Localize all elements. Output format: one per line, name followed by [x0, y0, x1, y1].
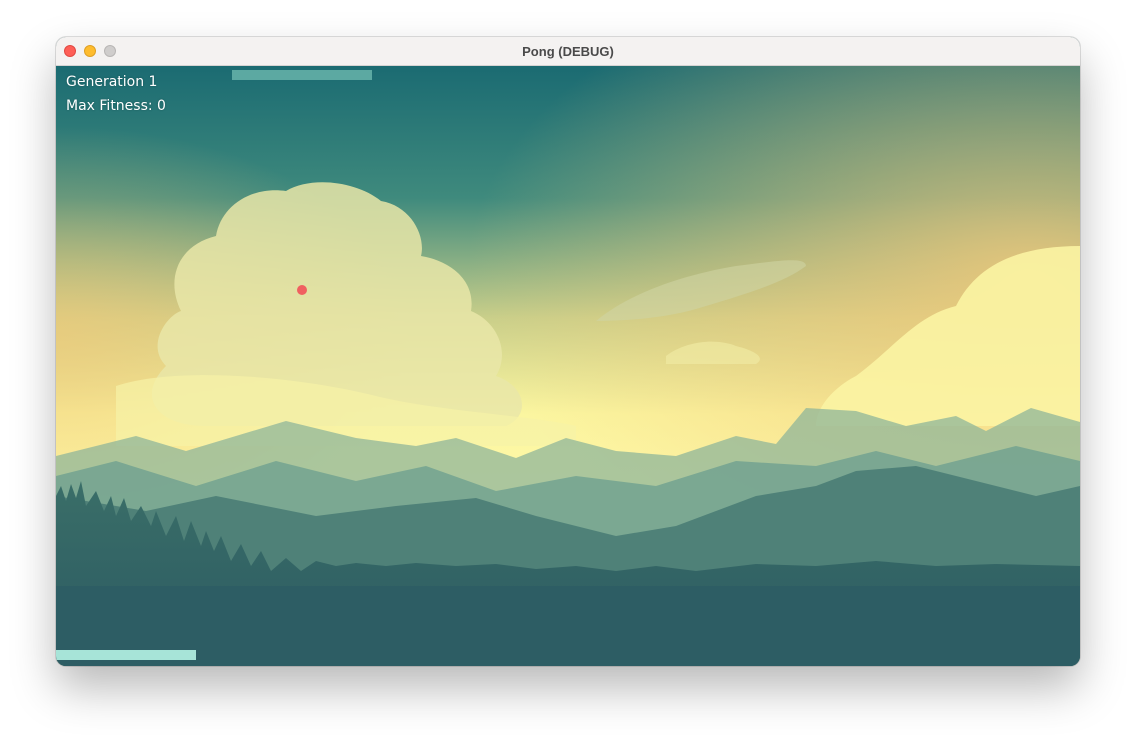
app-window: Pong (DEBUG) Generation 1 Max Fitness: 0 [56, 37, 1080, 666]
game-canvas[interactable]: Generation 1 Max Fitness: 0 [56, 66, 1080, 666]
generation-label: Generation 1 [66, 74, 158, 90]
max-fitness-label: Max Fitness: 0 [66, 98, 166, 114]
bottom-paddle[interactable] [56, 650, 196, 660]
window-title: Pong (DEBUG) [522, 44, 614, 59]
title-bar[interactable]: Pong (DEBUG) [56, 37, 1080, 66]
ball [297, 285, 307, 295]
background-scene [56, 66, 1080, 666]
top-paddle [232, 70, 372, 80]
